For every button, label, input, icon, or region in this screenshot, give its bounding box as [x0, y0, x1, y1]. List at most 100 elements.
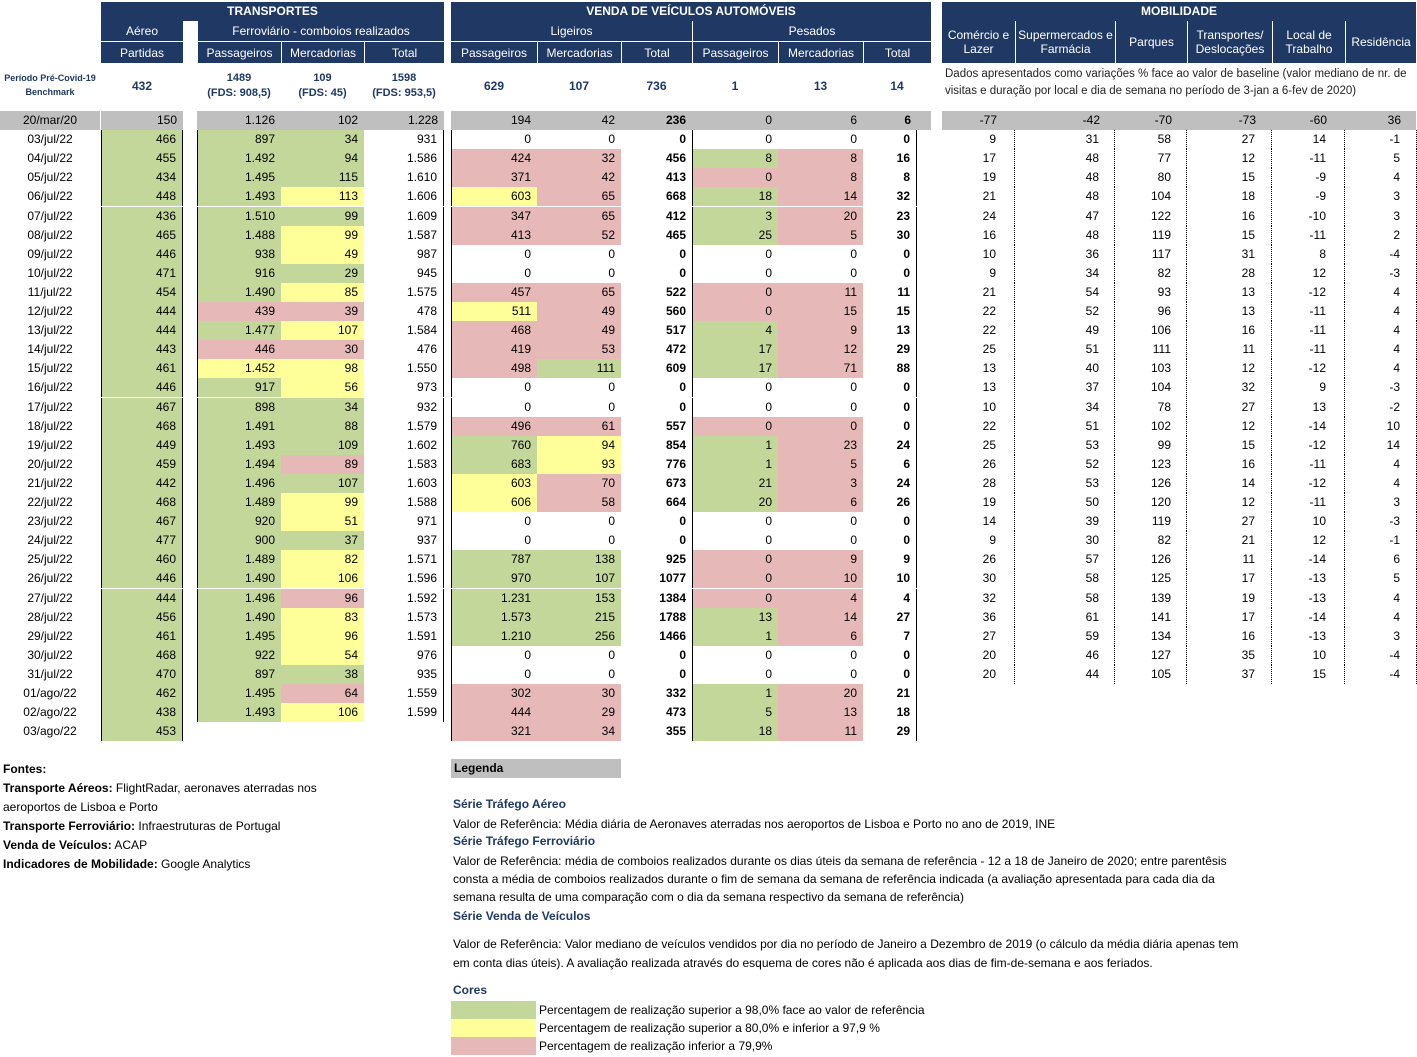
ferro-mercadorias-cell: 109 — [281, 436, 364, 455]
mob-parques-cell: 141 — [1115, 608, 1187, 627]
bench-pes-mercadorias: 13 — [813, 78, 828, 93]
mob-residencia-cell: 3 — [1345, 493, 1417, 512]
aereo-partidas-cell: 470 — [101, 665, 183, 684]
lig-total-cell: 517 — [665, 323, 686, 337]
bench-lig-mercadorias: 107 — [568, 78, 590, 93]
ferro-mercadorias-cell: 54 — [281, 646, 364, 665]
date-cell: 02/ago/22 — [23, 705, 77, 719]
pes-total-cell: 27 — [863, 608, 917, 627]
lig-passageiros-cell: 321 — [451, 722, 537, 741]
mob-comercio-cell: 25 — [942, 340, 1015, 359]
mob-comercio-cell: 16 — [942, 226, 1015, 245]
lig-mercadorias-cell: 0 — [608, 380, 615, 394]
lig-mercadorias-cell: 0 — [608, 247, 615, 261]
lig-passageiros-cell: 419 — [451, 340, 537, 359]
ferro-total-cell: 1.573 — [364, 608, 444, 627]
mob-comercio-cell: 30 — [942, 569, 1015, 588]
mob-supermercados-cell: 48 — [1015, 149, 1115, 168]
lig-passageiros-cell: 970 — [451, 569, 537, 588]
mob-parques-cell: 80 — [1115, 168, 1187, 187]
ferro-total-cell: 1.599 — [364, 703, 444, 722]
pes-total-cell: 18 — [863, 703, 917, 722]
legend-color-swatch — [451, 1019, 536, 1037]
pes-mercadorias-cell: 20 — [778, 207, 863, 226]
mob-comercio-cell: 21 — [942, 283, 1015, 302]
ferro-total-cell: 1.583 — [364, 455, 444, 474]
legend-color-label: Percentagem de realização inferior a 79,… — [539, 1039, 773, 1053]
lig-passageiros-cell: 371 — [451, 168, 537, 187]
mob-residencia-cell: 3 — [1345, 627, 1417, 646]
mob-transportes-cell: 16 — [1187, 627, 1272, 646]
date-cell: 25/jul/22 — [27, 552, 73, 566]
ferro-total-cell: 1.596 — [364, 569, 444, 588]
pes-passageiros-cell: 0 — [692, 264, 778, 283]
legend-aereo-text: Valor de Referência: Média diária de Aer… — [453, 817, 1056, 831]
pes-mercadorias-cell: 5 — [778, 226, 863, 245]
mob-transportes-cell: -73 — [1238, 113, 1256, 127]
ferro-mercadorias-cell: 102 — [337, 113, 358, 127]
ferro-passageiros-cell: 1.496 — [197, 589, 281, 608]
mob-comercio-cell: 24 — [942, 207, 1015, 226]
mob-comercio-cell: 21 — [942, 187, 1015, 206]
ferro-total-cell: 1.592 — [364, 589, 444, 608]
aereo-partidas-cell: 442 — [101, 474, 183, 493]
source-label: Venda de Veículos: — [3, 838, 112, 852]
mob-comercio-cell: 17 — [942, 149, 1015, 168]
source-text: aeroportos de Lisboa e Porto — [3, 800, 158, 814]
lig-passageiros-cell: 0 — [451, 378, 537, 397]
mob-parques-cell: 139 — [1115, 589, 1187, 608]
mob-transportes-cell: 15 — [1187, 226, 1272, 245]
mob-parques-cell: 93 — [1115, 283, 1187, 302]
mob-parques-cell: 117 — [1115, 245, 1187, 264]
mob-trabalho-cell: 12 — [1272, 531, 1345, 550]
pesados-subheader: Pesados — [692, 21, 931, 41]
mob-supermercados-cell: 51 — [1015, 417, 1115, 436]
mob-supermercados-cell: 53 — [1015, 474, 1115, 493]
mob-residencia-cell: 4 — [1345, 589, 1417, 608]
pes-total-cell: 23 — [863, 207, 917, 226]
mob-supermercados-cell: 40 — [1015, 359, 1115, 378]
aereo-partidas-cell: 446 — [101, 569, 183, 588]
ferro-total-cell: 937 — [364, 531, 444, 550]
lig-mercadorias-cell: 0 — [608, 533, 615, 547]
mob-supermercados-cell: 58 — [1015, 589, 1115, 608]
aereo-partidas-cell: 444 — [101, 321, 183, 340]
legend-ferro-text-1: Valor de Referência: média de comboios r… — [453, 854, 1227, 868]
ferro-mercadorias-cell: 34 — [281, 130, 364, 149]
mob-transportes-cell: 13 — [1187, 302, 1272, 321]
mob-trabalho-cell: 10 — [1272, 512, 1345, 531]
pes-total-cell: 6 — [904, 113, 911, 127]
aereo-partidas-cell: 462 — [101, 684, 183, 703]
mob-trabalho-cell: -9 — [1272, 187, 1345, 206]
lig-mercadorias-cell: 53 — [537, 340, 621, 359]
mob-parques-cell: 96 — [1115, 302, 1187, 321]
lig-passageiros-cell: 0 — [451, 646, 537, 665]
lig-mercadorias-cell: 256 — [537, 627, 621, 646]
lig-mercadorias-cell: 94 — [537, 436, 621, 455]
date-cell: 26/jul/22 — [27, 571, 73, 585]
bench-ferro-passageiros-fds: (FDS: 908,5) — [207, 87, 271, 99]
mob-trabalho-cell: -11 — [1272, 149, 1345, 168]
pes-total-cell: 32 — [863, 187, 917, 206]
ferro-total-cell: 987 — [364, 245, 444, 264]
ferro-mercadorias-cell: 30 — [281, 340, 364, 359]
ferro-passageiros-cell: 439 — [197, 302, 281, 321]
lig-total-cell: 236 — [665, 113, 686, 127]
mob-parques-cell: 82 — [1115, 264, 1187, 283]
mob-comercio-cell: 25 — [942, 436, 1015, 455]
ferro-passageiros-cell: 446 — [197, 340, 281, 359]
source-line: Transporte Ferroviário: Infraestruturas … — [3, 817, 423, 836]
ferro-total-cell: 478 — [364, 302, 444, 321]
date-cell: 04/jul/22 — [27, 151, 73, 165]
mob-parques-cell: 126 — [1115, 550, 1187, 569]
date-cell: 11/jul/22 — [27, 285, 73, 299]
lig-total-cell: 472 — [665, 342, 686, 356]
lig-total-cell: 465 — [665, 228, 686, 242]
lig-total-cell: 0 — [679, 648, 686, 662]
mob-transportes-cell: 28 — [1187, 264, 1272, 283]
mob-trabalho-cell: -10 — [1272, 207, 1345, 226]
legend-color-swatch — [451, 1001, 536, 1019]
pes-mercadorias-cell: 0 — [850, 400, 857, 414]
aereo-partidas-cell: 477 — [101, 531, 183, 550]
pes-mercadorias-cell: 8 — [778, 168, 863, 187]
